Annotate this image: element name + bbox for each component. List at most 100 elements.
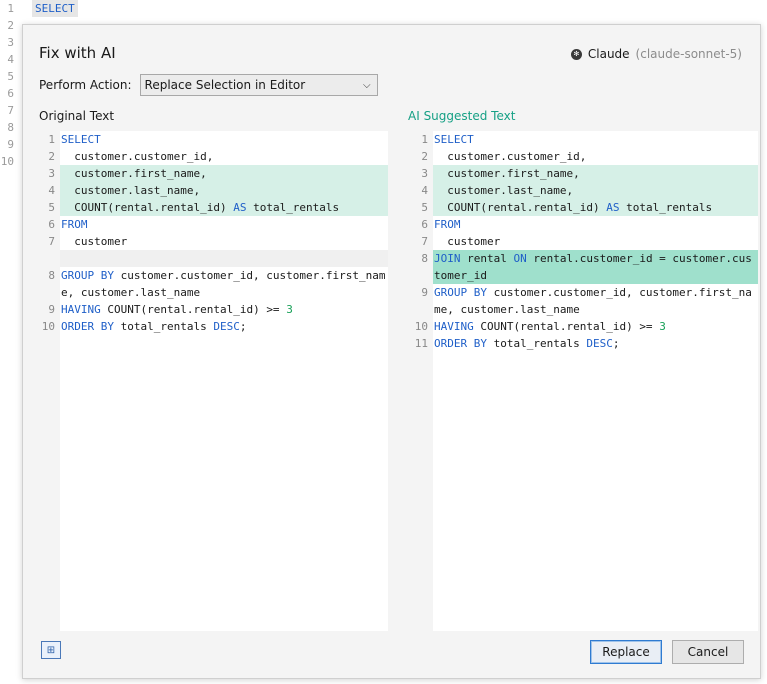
ai-code-line: 6 FROM: [410, 216, 758, 233]
sql-keyword: AS: [233, 201, 247, 214]
code-text: customer.first_name,: [433, 165, 758, 182]
perform-action-row: Perform Action: Replace Selection in Edi…: [39, 74, 378, 96]
perform-action-value: Replace Selection in Editor: [144, 78, 306, 92]
code-text: customer.customer_id,: [433, 148, 758, 165]
line-number: 7: [421, 235, 428, 248]
background-line-number: 2: [7, 19, 14, 32]
sql-text: COUNT(rental.rental_id) >=: [473, 320, 660, 333]
code-text: [60, 250, 388, 267]
ai-code-line: 3 customer.first_name,: [410, 165, 758, 182]
sql-text: customer.customer_id,: [61, 150, 214, 163]
sql-text: customer.last_name,: [61, 184, 201, 197]
original-code-line: 1 SELECT: [37, 131, 388, 148]
sql-keyword: ORDER BY: [434, 337, 487, 350]
code-text: customer.customer_id,: [60, 148, 388, 165]
sql-keyword: ON: [513, 252, 527, 265]
original-code-line: 2 customer.customer_id,: [37, 148, 388, 165]
code-text: customer.first_name,: [60, 165, 388, 182]
sql-keyword: HAVING: [434, 320, 474, 333]
code-text: COUNT(rental.rental_id) AS total_rentals: [433, 199, 758, 216]
sql-number: 3: [659, 320, 666, 333]
sql-text: total_rentals: [113, 320, 214, 333]
code-text: ORDER BY total_rentals DESC;: [433, 335, 758, 352]
ai-code-line: 1 SELECT: [410, 131, 758, 148]
ai-provider: ✻ Claude (claude-sonnet-5): [570, 47, 742, 61]
sql-keyword: GROUP BY: [61, 269, 114, 282]
sql-keyword: SELECT: [61, 133, 101, 146]
sql-text: customer.last_name,: [434, 184, 574, 197]
sql-keyword: DESC: [586, 337, 613, 350]
original-code-line: 9 HAVING COUNT(rental.rental_id) >= 3: [37, 301, 388, 318]
sql-keyword: FROM: [434, 218, 461, 231]
code-text: FROM: [433, 216, 758, 233]
sql-text: customer.first_name,: [434, 167, 580, 180]
perform-action-select[interactable]: Replace Selection in Editor ⌵: [139, 74, 378, 96]
line-number: 1: [421, 133, 428, 146]
sql-keyword: DESC: [213, 320, 240, 333]
sql-text: customer: [434, 235, 501, 248]
sql-text: COUNT(rental.rental_id) >=: [100, 303, 287, 316]
ai-code-line: 11 ORDER BY total_rentals DESC;: [410, 335, 758, 352]
line-number: 8: [421, 252, 428, 265]
code-text: JOIN rental ON rental.customer_id = cust…: [433, 250, 758, 284]
code-text: customer: [433, 233, 758, 250]
line-number: 6: [421, 218, 428, 231]
fix-with-ai-dialog: Fix with AI ✻ Claude (claude-sonnet-5) P…: [22, 24, 761, 679]
original-code-line: 3 customer.first_name,: [37, 165, 388, 182]
line-number: 6: [48, 218, 55, 231]
diff-view-icon[interactable]: ⊞: [41, 641, 61, 659]
sql-text: customer.customer_id,: [434, 150, 587, 163]
code-text: GROUP BY customer.customer_id, customer.…: [433, 284, 758, 318]
claude-logo-icon: ✻: [570, 48, 582, 60]
line-number: 3: [421, 167, 428, 180]
ai-code-line: 9 GROUP BY customer.customer_id, customer…: [410, 284, 758, 318]
background-line-number: 5: [7, 70, 14, 83]
line-number: 2: [48, 150, 55, 163]
original-text-panel[interactable]: 1 SELECT 2 customer.customer_id, 3 customer…: [37, 131, 388, 631]
background-line-number: 9: [7, 138, 14, 151]
line-number: 2: [421, 150, 428, 163]
sql-text: total_rentals: [246, 201, 340, 214]
background-line-number: 10: [0, 155, 14, 168]
line-number: 11: [414, 337, 428, 350]
background-line-number: 8: [7, 121, 14, 134]
sql-number: 3: [286, 303, 293, 316]
original-code-line: 7 customer: [37, 233, 388, 250]
sql-text: COUNT(rental.rental_id): [434, 201, 607, 214]
ai-code-line: 2 customer.customer_id,: [410, 148, 758, 165]
line-number: 5: [48, 201, 55, 214]
code-text: customer: [60, 233, 388, 250]
background-line-number: 4: [7, 53, 14, 66]
sql-keyword: HAVING: [61, 303, 101, 316]
perform-action-label: Perform Action:: [39, 78, 132, 92]
replace-button[interactable]: Replace: [590, 640, 662, 664]
code-text: customer.last_name,: [433, 182, 758, 199]
code-text: ORDER BY total_rentals DESC;: [60, 318, 388, 335]
sql-keyword: ORDER BY: [61, 320, 114, 333]
code-text: customer.last_name,: [60, 182, 388, 199]
line-number: 9: [48, 303, 55, 316]
line-number: 7: [48, 235, 55, 248]
cancel-button[interactable]: Cancel: [672, 640, 744, 664]
sql-text: ;: [612, 337, 620, 350]
line-number: 4: [421, 184, 428, 197]
code-text: FROM: [60, 216, 388, 233]
code-text: COUNT(rental.rental_id) AS total_rentals: [60, 199, 388, 216]
code-text: GROUP BY customer.customer_id, customer.…: [60, 267, 388, 301]
line-number: 10: [41, 320, 55, 333]
original-text-label: Original Text: [39, 109, 115, 123]
line-number: 9: [421, 286, 428, 299]
background-editor-selected-line: SELECT: [32, 0, 78, 17]
sql-keyword: SELECT: [434, 133, 474, 146]
original-code-line: [37, 250, 388, 267]
sql-text: ;: [239, 320, 247, 333]
ai-suggested-text-panel[interactable]: 1 SELECT 2 customer.customer_id, 3 customer…: [410, 131, 758, 631]
ai-code-line: 10 HAVING COUNT(rental.rental_id) >= 3: [410, 318, 758, 335]
ai-suggested-text-label: AI Suggested Text: [408, 109, 516, 123]
line-number: 3: [48, 167, 55, 180]
background-editor-code[interactable]: SELECT: [32, 0, 78, 17]
background-line-number: 3: [7, 36, 14, 49]
sql-text: rental: [460, 252, 514, 265]
sql-text: customer: [61, 235, 128, 248]
sql-text: total_rentals: [486, 337, 587, 350]
